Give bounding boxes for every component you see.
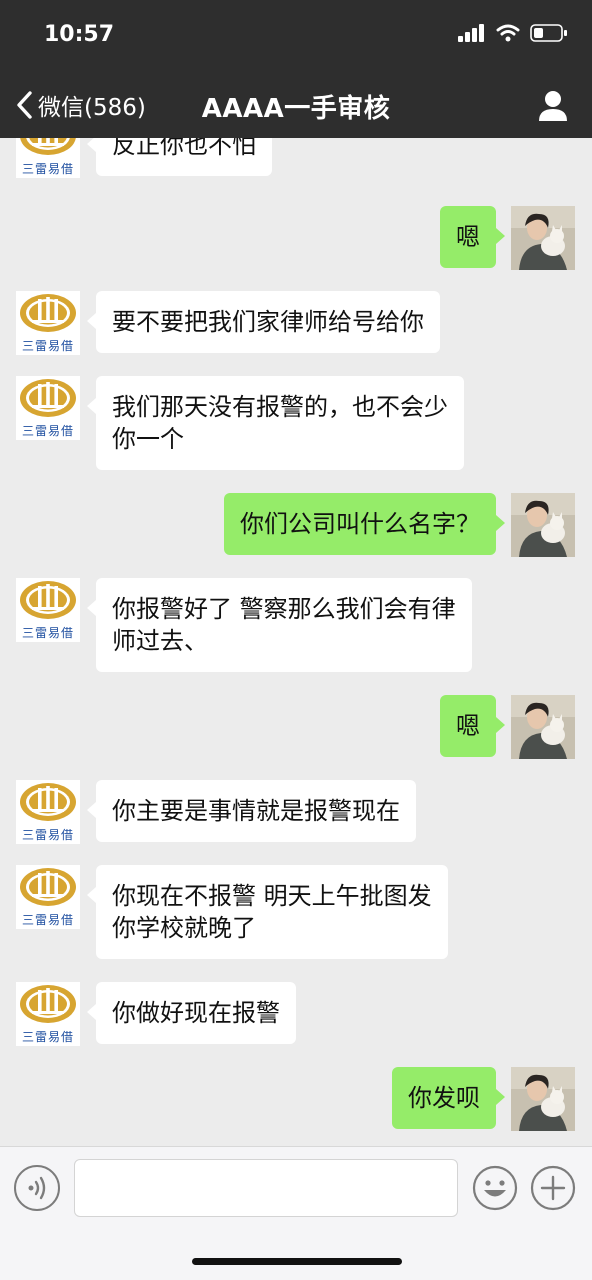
sender-avatar[interactable]: 三雷易借 [16, 982, 80, 1046]
company-logo-icon [20, 985, 76, 1023]
message-bubble[interactable]: 你现在不报警 明天上午批图发 你学校就晚了 [87, 865, 448, 959]
emoji-icon [472, 1165, 518, 1211]
battery-icon [530, 24, 567, 42]
message-bubble[interactable]: 你发呗 [392, 1067, 505, 1129]
company-logo-icon [20, 868, 76, 906]
message-text: 你一个 [112, 425, 184, 453]
message-bubble[interactable]: 我们那天没有报警的，也不会少 你一个 [87, 376, 464, 470]
sender-avatar[interactable]: 三雷易借 [16, 865, 80, 929]
plus-icon [530, 1165, 576, 1211]
status-bar: 10:57 [0, 0, 592, 72]
avatar-caption: 三雷易借 [21, 1030, 74, 1044]
message-text: 你学校就晚了 [112, 914, 256, 942]
message-text: 师过去、 [112, 627, 208, 655]
emoji-button[interactable] [472, 1165, 518, 1211]
company-logo-icon [20, 294, 76, 332]
sender-avatar[interactable]: 三雷易借 [16, 780, 80, 844]
message-row: 你们公司叫什么名字？ [0, 493, 592, 557]
company-logo-icon [20, 783, 76, 821]
message-row: 三雷易借 你现在不报警 明天上午批图发 你学校就晚了 [0, 865, 592, 961]
home-indicator-area [0, 1230, 592, 1280]
message-text: 我们那天没有报警的，也不会少 [112, 393, 448, 421]
message-text: 嗯 [456, 223, 480, 251]
message-text: 你们公司叫什么名字？ [240, 510, 480, 538]
avatar-caption: 三雷易借 [21, 828, 74, 842]
message-text: 你报警好了 警察那么我们会有律 [112, 595, 456, 623]
user-avatar[interactable] [511, 493, 575, 557]
wifi-icon [496, 24, 520, 42]
user-photo-icon [511, 1067, 575, 1131]
message-text: 要不要把我们家律师给号给你 [112, 308, 424, 336]
signal-icon [458, 24, 484, 42]
status-time: 10:57 [44, 22, 115, 47]
chat-area[interactable]: 三雷易借 反正你也不怕 嗯 三雷易借 要不要把我们家律师给号给你 三雷易借 我们… [0, 138, 592, 1146]
message-bubble[interactable]: 你报警好了 警察那么我们会有律 师过去、 [87, 578, 472, 672]
message-input[interactable] [74, 1159, 458, 1217]
message-row: 三雷易借 要不要把我们家律师给号给你 [0, 291, 592, 355]
user-photo-icon [511, 206, 575, 270]
sender-avatar[interactable]: 三雷易借 [16, 578, 80, 642]
message-row: 嗯 [0, 695, 592, 759]
company-logo-icon [20, 581, 76, 619]
message-row: 三雷易借 你报警好了 警察那么我们会有律 师过去、 [0, 578, 592, 674]
message-row: 嗯 [0, 206, 592, 270]
sender-avatar[interactable]: 三雷易借 [16, 138, 80, 178]
message-bubble[interactable]: 你做好现在报警 [87, 982, 296, 1044]
message-text: 你做好现在报警 [112, 999, 280, 1027]
message-text: 你主要是事情就是报警现在 [112, 797, 400, 825]
user-photo-icon [511, 695, 575, 759]
profile-button[interactable] [536, 88, 570, 122]
message-bubble[interactable]: 嗯 [440, 695, 505, 757]
voice-button[interactable] [14, 1165, 60, 1211]
user-photo-icon [511, 493, 575, 557]
nav-bar: 微信(586) AAAA一手审核 [0, 72, 592, 138]
message-bubble[interactable]: 要不要把我们家律师给号给你 [87, 291, 440, 353]
company-logo-icon [20, 379, 76, 417]
message-bubble[interactable]: 你们公司叫什么名字？ [224, 493, 505, 555]
voice-icon [28, 1176, 46, 1200]
avatar-caption: 三雷易借 [21, 913, 74, 927]
input-bar [0, 1146, 592, 1230]
status-icons [458, 24, 568, 42]
message-row: 三雷易借 你主要是事情就是报警现在 [0, 780, 592, 844]
plus-button[interactable] [530, 1165, 576, 1211]
message-bubble[interactable]: 嗯 [440, 206, 505, 268]
message-text: 反正你也不怕 [112, 138, 256, 159]
sender-avatar[interactable]: 三雷易借 [16, 376, 80, 440]
user-avatar[interactable] [511, 206, 575, 270]
message-row: 三雷易借 你做好现在报警 [0, 982, 592, 1046]
message-row: 三雷易借 我们那天没有报警的，也不会少 你一个 [0, 376, 592, 472]
avatar-caption: 三雷易借 [21, 162, 74, 176]
profile-icon [539, 91, 567, 121]
avatar-caption: 三雷易借 [21, 626, 74, 640]
chat-title: AAAA一手审核 [201, 94, 391, 124]
home-indicator [192, 1258, 402, 1265]
message-row: 三雷易借 反正你也不怕 [0, 138, 592, 186]
sender-avatar[interactable]: 三雷易借 [16, 291, 80, 355]
avatar-caption: 三雷易借 [21, 424, 74, 438]
message-text: 嗯 [456, 712, 480, 740]
message-text: 你现在不报警 明天上午批图发 [112, 882, 432, 910]
message-bubble[interactable]: 反正你也不怕 [87, 138, 272, 176]
message-bubble[interactable]: 你主要是事情就是报警现在 [87, 780, 416, 842]
message-text: 你发呗 [408, 1084, 480, 1112]
message-row: 你发呗 [0, 1067, 592, 1131]
avatar-caption: 三雷易借 [21, 339, 74, 353]
user-avatar[interactable] [511, 1067, 575, 1131]
user-avatar[interactable] [511, 695, 575, 759]
